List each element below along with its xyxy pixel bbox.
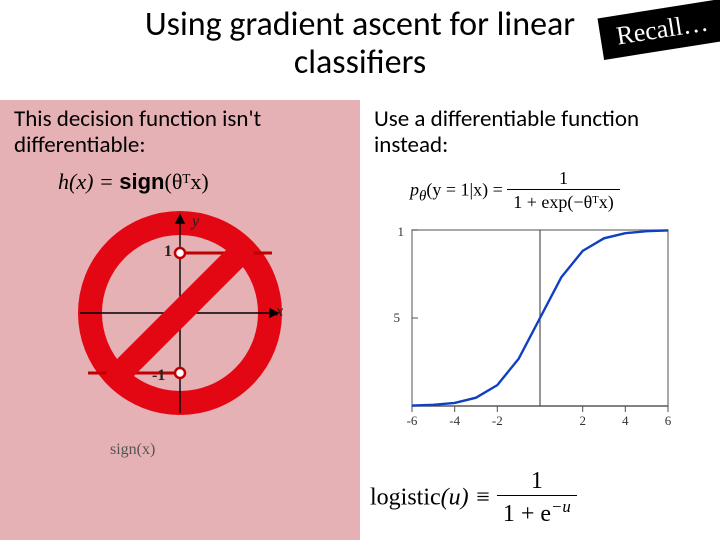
prob-p: p	[410, 180, 419, 200]
left-lead: This decision function isn't differentia…	[14, 106, 346, 159]
prob-num: 1	[507, 169, 619, 190]
right-lead: Use a differentiable function instead:	[374, 106, 706, 159]
sign-plot-svg	[70, 203, 290, 423]
title-line-2: classifiers	[294, 42, 426, 83]
columns: This decision function isn't differentia…	[0, 100, 720, 540]
sign-lhs: h(x) =	[58, 169, 119, 194]
sigmoid-plot-svg: -6 -4 -2 2 4 6 0.5 1	[394, 222, 684, 432]
yt-0: 0.5	[394, 310, 400, 325]
logistic-definition: logistic(u) ≡ 1 1 + e−u	[370, 468, 577, 530]
left-column: This decision function isn't differentia…	[0, 100, 360, 540]
sigmoid-plot: -6 -4 -2 2 4 6 0.5 1	[394, 222, 684, 432]
prob-den: 1 + exp(−θᵀx)	[507, 190, 619, 214]
xt-0: -6	[407, 413, 418, 428]
tick-neg1: -1	[152, 367, 165, 385]
sign-op: sign	[119, 169, 164, 194]
sign-plot: y x 1 -1 sign(x)	[70, 203, 290, 453]
yt-1: 1	[398, 224, 405, 239]
sign-formula: h(x) = sign(θᵀx)	[58, 169, 346, 195]
sign-caption: sign(x)	[110, 441, 155, 459]
logistic-formula: pθ(y = 1|x) = 1 1 + exp(−θᵀx)	[410, 169, 706, 214]
xt-2: -2	[492, 413, 503, 428]
prob-frac: 1 1 + exp(−θᵀx)	[507, 169, 619, 214]
logistic-den: 1 + e−u	[497, 496, 577, 530]
no-symbol-overlay	[70, 203, 290, 453]
logistic-arg: (u) ≡	[441, 485, 497, 511]
logistic-frac: 1 1 + e−u	[497, 468, 577, 530]
tick-1: 1	[164, 243, 172, 261]
xt-1: -4	[449, 413, 460, 428]
xt-3: 2	[579, 413, 586, 428]
y-label: y	[192, 213, 199, 231]
slide: Using gradient ascent for linear classif…	[0, 0, 720, 540]
logistic-word: logistic	[370, 485, 441, 511]
xt-4: 4	[622, 413, 629, 428]
sign-arg: (θᵀx)	[165, 169, 209, 194]
xt-5: 6	[665, 413, 672, 428]
logistic-num: 1	[497, 468, 577, 495]
title-line-1: Using gradient ascent for linear	[145, 4, 575, 45]
prob-arg: (y = 1|x) =	[426, 180, 507, 200]
x-label: x	[276, 303, 283, 321]
